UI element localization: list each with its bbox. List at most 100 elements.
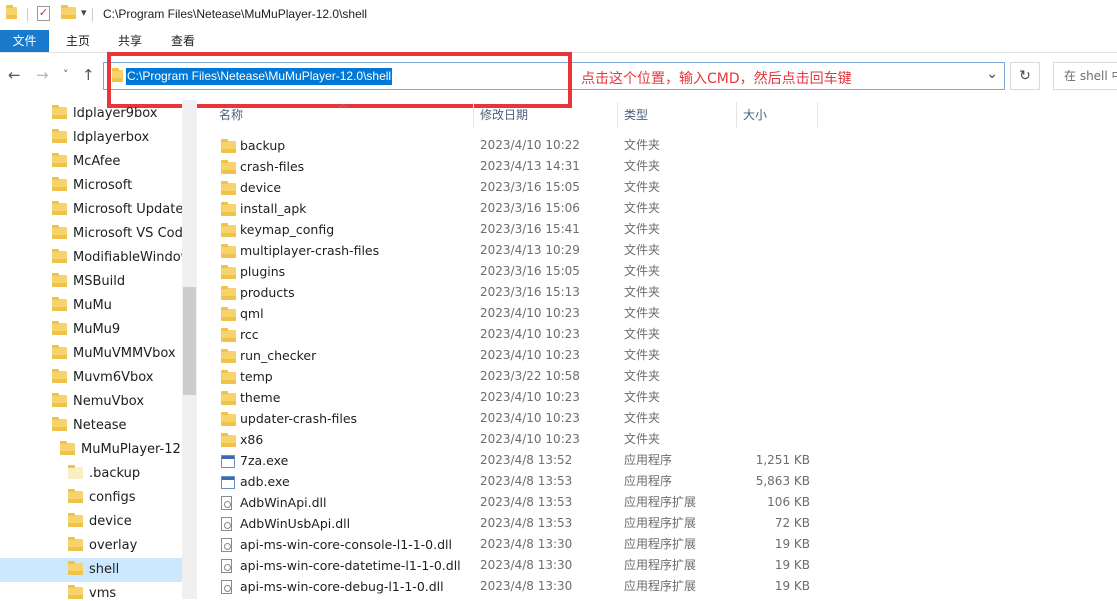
- file-type: 应用程序: [624, 474, 673, 488]
- quick-access-folder-icon[interactable]: [6, 5, 17, 22]
- back-arrow-icon[interactable]: ←: [8, 66, 21, 84]
- new-folder-icon[interactable]: [61, 5, 76, 22]
- sidebar-item-label: Microsoft Update: [73, 202, 184, 217]
- file-date: 2023/4/13 14:31: [480, 159, 580, 173]
- file-date: 2023/3/16 15:13: [480, 285, 580, 299]
- sidebar-item[interactable]: Microsoft Update: [52, 198, 183, 222]
- folder-icon: [52, 105, 67, 119]
- column-date-modified[interactable]: 修改日期: [474, 102, 618, 128]
- column-size[interactable]: 大小: [737, 102, 818, 128]
- divider: [27, 8, 28, 22]
- file-row[interactable]: AdbWinUsbApi.dll 2023/4/8 13:53 应用程序扩展 72 K…: [213, 513, 1113, 534]
- tab-file[interactable]: 文件: [0, 30, 49, 52]
- sidebar-item[interactable]: Microsoft: [52, 174, 132, 198]
- sidebar-item-label: MSBuild: [73, 274, 126, 289]
- file-type: 文件夹: [624, 264, 661, 278]
- file-type: 应用程序扩展: [624, 495, 697, 509]
- recent-locations-icon[interactable]: ˅: [63, 68, 69, 81]
- file-row[interactable]: api-ms-win-core-debug-l1-1-0.dll 2023/4/8…: [213, 576, 1113, 597]
- sidebar-item[interactable]: ldplayerbox: [52, 126, 149, 150]
- file-date: 2023/4/8 13:53: [480, 495, 573, 509]
- sidebar-item-label: MuMuVMMVbox: [73, 346, 176, 361]
- sidebar-item[interactable]: overlay: [68, 534, 137, 558]
- search-input[interactable]: 在 shell 中搜索: [1053, 62, 1117, 90]
- file-row[interactable]: AdbWinApi.dll 2023/4/8 13:53 应用程序扩展 106 KB: [213, 492, 1113, 513]
- file-name: backup: [240, 138, 286, 153]
- file-name: plugins: [240, 264, 286, 279]
- folder-icon: [52, 393, 67, 407]
- sidebar-item[interactable]: Netease: [52, 414, 127, 438]
- file-row[interactable]: rcc 2023/4/10 10:23 文件夹: [213, 324, 1113, 345]
- tab-view[interactable]: 查看: [161, 30, 205, 52]
- file-row[interactable]: backup 2023/4/10 10:22 文件夹: [213, 135, 1113, 156]
- file-type: 应用程序扩展: [624, 558, 697, 572]
- sidebar-item[interactable]: device: [68, 510, 132, 534]
- folder-icon: [68, 513, 83, 527]
- customize-toolbar-icon[interactable]: ▾: [81, 6, 87, 19]
- sidebar-item-label: device: [89, 514, 132, 529]
- sidebar-item[interactable]: Muvm6Vbox: [52, 366, 153, 390]
- sidebar-scrollbar-thumb[interactable]: [183, 287, 196, 395]
- file-row[interactable]: install_apk 2023/3/16 15:06 文件夹: [213, 198, 1113, 219]
- sidebar-item[interactable]: NemuVbox: [52, 390, 144, 414]
- file-row[interactable]: temp 2023/3/22 10:58 文件夹: [213, 366, 1113, 387]
- file-row[interactable]: products 2023/3/16 15:13 文件夹: [213, 282, 1113, 303]
- up-arrow-icon[interactable]: ↑: [82, 66, 95, 84]
- sidebar-item[interactable]: MSBuild: [52, 270, 125, 294]
- file-row[interactable]: 7za.exe 2023/4/8 13:52 应用程序 1,251 KB: [213, 450, 1113, 471]
- file-row[interactable]: adb.exe 2023/4/8 13:53 应用程序 5,863 KB: [213, 471, 1113, 492]
- properties-icon[interactable]: ✓: [37, 6, 50, 21]
- column-type[interactable]: 类型: [618, 102, 737, 128]
- file-row[interactable]: plugins 2023/3/16 15:05 文件夹: [213, 261, 1113, 282]
- sidebar-item[interactable]: shell: [0, 558, 182, 582]
- file-type: 文件夹: [624, 138, 661, 152]
- file-row[interactable]: crash-files 2023/4/13 14:31 文件夹: [213, 156, 1113, 177]
- file-date: 2023/4/10 10:23: [480, 306, 580, 320]
- file-row[interactable]: updater-crash-files 2023/4/10 10:23 文件夹: [213, 408, 1113, 429]
- file-row[interactable]: api-ms-win-core-console-l1-1-0.dll 2023/4…: [213, 534, 1113, 555]
- file-date: 2023/4/10 10:23: [480, 390, 580, 404]
- sidebar-item[interactable]: MuMu9: [52, 318, 120, 342]
- sidebar-item[interactable]: .backup: [68, 462, 140, 486]
- refresh-icon[interactable]: ↻: [1010, 62, 1040, 90]
- sidebar-item[interactable]: MuMuPlayer-12.0: [60, 438, 193, 462]
- title-bar: ✓ ▾ C:\Program Files\Netease\MuMuPlayer-…: [0, 0, 1117, 30]
- sidebar-item[interactable]: configs: [68, 486, 136, 510]
- tab-home[interactable]: 主页: [56, 30, 100, 52]
- sidebar-item[interactable]: vms: [68, 582, 116, 599]
- file-type: 文件夹: [624, 159, 661, 173]
- folder-icon: [68, 489, 83, 503]
- file-row[interactable]: device 2023/3/16 15:05 文件夹: [213, 177, 1113, 198]
- folder-icon: [52, 153, 67, 167]
- file-date: 2023/4/8 13:30: [480, 558, 573, 572]
- sidebar-item[interactable]: ModifiableWindow: [52, 246, 191, 270]
- sidebar-item[interactable]: MuMu: [52, 294, 112, 318]
- file-date: 2023/4/8 13:30: [480, 579, 573, 593]
- file-name: rcc: [240, 327, 259, 342]
- address-dropdown-icon[interactable]: ⌄: [986, 66, 998, 82]
- file-row[interactable]: keymap_config 2023/3/16 15:41 文件夹: [213, 219, 1113, 240]
- file-row[interactable]: run_checker 2023/4/10 10:23 文件夹: [213, 345, 1113, 366]
- file-row[interactable]: theme 2023/4/10 10:23 文件夹: [213, 387, 1113, 408]
- sidebar-item[interactable]: McAfee: [52, 150, 120, 174]
- file-name: run_checker: [240, 348, 317, 363]
- sidebar-item[interactable]: Microsoft VS Code: [52, 222, 191, 246]
- file-name: install_apk: [240, 201, 307, 216]
- file-row[interactable]: api-ms-win-core-datetime-l1-1-0.dll 2023/…: [213, 555, 1113, 576]
- divider: [92, 8, 93, 22]
- file-name: api-ms-win-core-console-l1-1-0.dll: [240, 537, 452, 552]
- file-row[interactable]: qml 2023/4/10 10:23 文件夹: [213, 303, 1113, 324]
- annotation-text: 点击这个位置，输入CMD，然后点击回车键: [581, 71, 852, 87]
- file-name: api-ms-win-core-debug-l1-1-0.dll: [240, 579, 444, 594]
- file-row[interactable]: multiplayer-crash-files 2023/4/13 10:29 文件…: [213, 240, 1113, 261]
- column-header: 名称 修改日期 类型 大小: [213, 102, 818, 128]
- sidebar-item[interactable]: MuMuVMMVbox: [52, 342, 176, 366]
- tab-share[interactable]: 共享: [108, 30, 152, 52]
- file-type: 文件夹: [624, 432, 661, 446]
- file-date: 2023/3/16 15:05: [480, 264, 580, 278]
- file-row[interactable]: x86 2023/4/10 10:23 文件夹: [213, 429, 1113, 450]
- forward-arrow-icon[interactable]: →: [36, 66, 49, 84]
- file-type: 文件夹: [624, 411, 661, 425]
- file-size: 19 KB: [774, 579, 810, 593]
- sidebar-item[interactable]: ldplayer9box: [52, 102, 158, 126]
